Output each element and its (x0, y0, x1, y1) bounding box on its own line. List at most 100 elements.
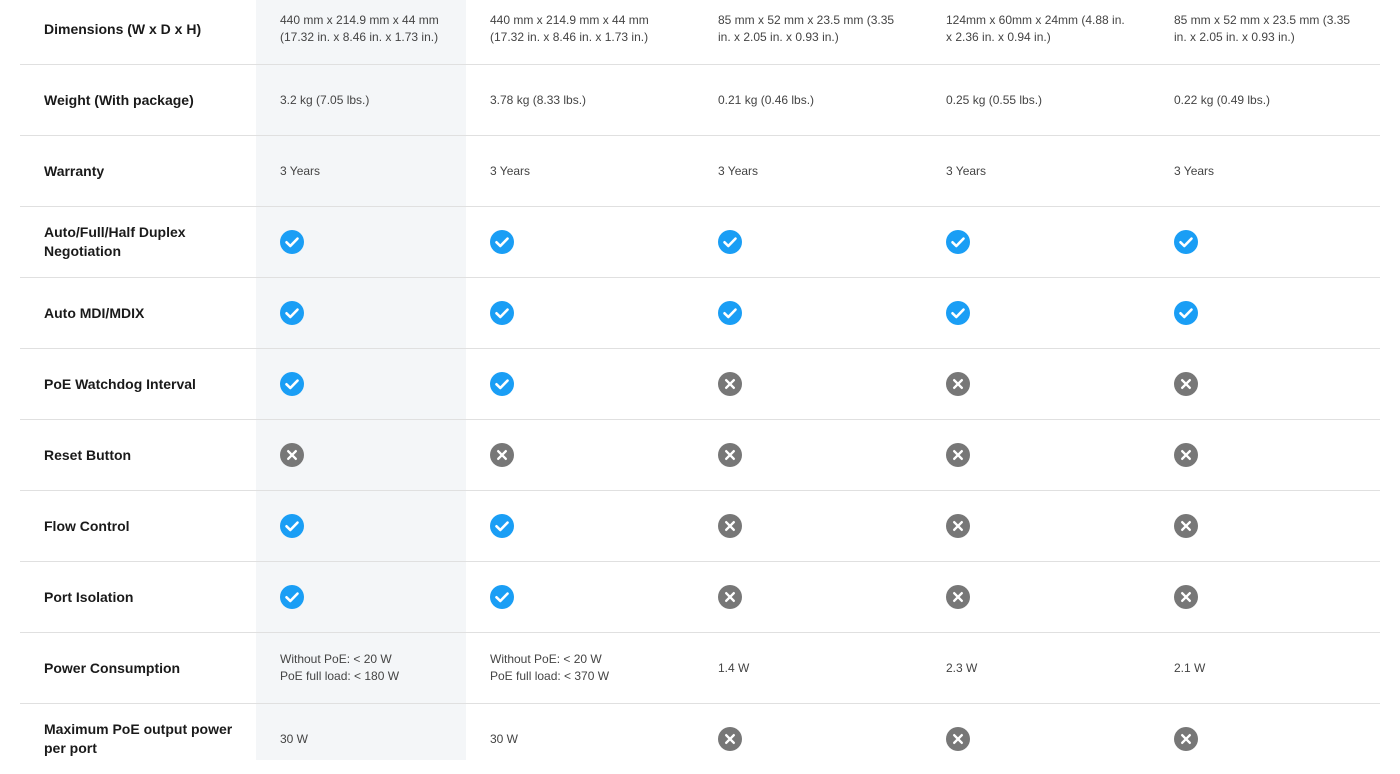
spec-value: PoE full load: < 180 W (280, 669, 400, 683)
spec-cell: 440 mm x 214.9 mm x 44 mm (17.32 in. x 8… (466, 12, 694, 46)
spec-cell (922, 372, 1150, 396)
check-circle-icon (1174, 230, 1198, 254)
spec-value: 0.25 kg (0.55 lbs.) (946, 92, 1043, 107)
row-label: Dimensions (W x D x H) (44, 20, 202, 37)
check-circle-icon (280, 514, 304, 538)
check-circle-icon (280, 585, 304, 609)
spec-cell: 85 mm x 52 mm x 23.5 mm (3.35 in. x 2.05… (1150, 12, 1380, 46)
spec-cell (466, 301, 694, 325)
check-circle-icon (946, 230, 970, 254)
cross-circle-icon (1174, 514, 1198, 538)
cross-circle-icon (1174, 443, 1198, 467)
check-circle-icon (490, 372, 514, 396)
spec-cell: 30 W (256, 731, 466, 748)
spec-value: 3 Years (946, 163, 987, 178)
spec-value: 3 Years (280, 163, 321, 178)
check-circle-icon (490, 585, 514, 609)
spec-cell (466, 443, 694, 467)
spec-value: 3 Years (490, 163, 531, 178)
spec-cell (922, 443, 1150, 467)
table-row: Maximum PoE output power per port 30 W 30 … (20, 704, 1380, 774)
spec-value: Without PoE: < 20 W (280, 652, 392, 666)
cross-circle-icon (280, 443, 304, 467)
cross-circle-icon (1174, 372, 1198, 396)
table-row: Dimensions (W x D x H) 440 mm x 214.9 mm … (20, 0, 1380, 65)
spec-cell (694, 727, 922, 751)
cross-circle-icon (946, 727, 970, 751)
spec-cell (1150, 443, 1380, 467)
spec-cell (694, 443, 922, 467)
spec-cell (1150, 301, 1380, 325)
spec-cell: 2.3 W (922, 660, 1150, 677)
check-circle-icon (280, 301, 304, 325)
spec-cell (256, 443, 466, 467)
check-circle-icon (946, 301, 970, 325)
spec-cell (256, 301, 466, 325)
spec-value: 2.3 W (946, 660, 978, 675)
row-label: Power Consumption (44, 659, 181, 676)
spec-cell (256, 230, 466, 254)
cross-circle-icon (718, 372, 742, 396)
spec-cell (256, 372, 466, 396)
spec-value: 1.4 W (718, 660, 750, 675)
spec-cell (922, 727, 1150, 751)
spec-comparison-table: Dimensions (W x D x H) 440 mm x 214.9 mm … (20, 0, 1380, 774)
spec-cell (922, 230, 1150, 254)
spec-cell (694, 585, 922, 609)
spec-cell (694, 372, 922, 396)
spec-value: 0.21 kg (0.46 lbs.) (718, 92, 815, 107)
row-label: Port Isolation (44, 588, 134, 605)
spec-cell: 3.2 kg (7.05 lbs.) (256, 92, 466, 109)
spec-cell: 85 mm x 52 mm x 23.5 mm (3.35 in. x 2.05… (694, 12, 922, 46)
spec-cell: Without PoE: < 20 W PoE full load: < 180 … (256, 651, 466, 685)
spec-value: 30 W (490, 731, 519, 746)
spec-value: 3 Years (718, 163, 759, 178)
table-row: PoE Watchdog Interval (20, 349, 1380, 420)
table-row: Auto/Full/Half Duplex Negotiation (20, 207, 1380, 278)
spec-value: 3.2 kg (7.05 lbs.) (280, 92, 370, 107)
spec-cell (694, 230, 922, 254)
spec-cell (256, 514, 466, 538)
spec-cell (922, 514, 1150, 538)
spec-cell: 3.78 kg (8.33 lbs.) (466, 92, 694, 109)
spec-cell (1150, 727, 1380, 751)
spec-cell: Without PoE: < 20 W PoE full load: < 370 … (466, 651, 694, 685)
check-circle-icon (280, 372, 304, 396)
cross-circle-icon (1174, 727, 1198, 751)
spec-value: 30 W (280, 731, 309, 746)
spec-cell: 0.25 kg (0.55 lbs.) (922, 92, 1150, 109)
spec-cell: 0.22 kg (0.49 lbs.) (1150, 92, 1380, 109)
spec-cell (466, 514, 694, 538)
table-row: Port Isolation (20, 562, 1380, 633)
cross-circle-icon (718, 514, 742, 538)
spec-cell (922, 301, 1150, 325)
check-circle-icon (490, 301, 514, 325)
spec-value: 85 mm x 52 mm x 23.5 mm (3.35 in. x 2.05… (1174, 13, 1351, 44)
spec-value: 3 Years (1174, 163, 1215, 178)
spec-cell (1150, 585, 1380, 609)
cross-circle-icon (490, 443, 514, 467)
check-circle-icon (490, 230, 514, 254)
spec-value: 0.22 kg (0.49 lbs.) (1174, 92, 1271, 107)
cross-circle-icon (718, 443, 742, 467)
table-row: Warranty 3 Years 3 Years 3 Years 3 Years 3 Ye… (20, 136, 1380, 207)
spec-cell: 440 mm x 214.9 mm x 44 mm (17.32 in. x 8… (256, 12, 466, 46)
spec-cell: 2.1 W (1150, 660, 1380, 677)
cross-circle-icon (1174, 585, 1198, 609)
spec-cell: 3 Years (256, 163, 466, 180)
spec-cell (922, 585, 1150, 609)
cross-circle-icon (946, 443, 970, 467)
row-label: Weight (With package) (44, 91, 194, 108)
row-label: Warranty (44, 162, 105, 179)
table-row: Weight (With package) 3.2 kg (7.05 lbs.) 3… (20, 65, 1380, 136)
table-row: Power Consumption Without PoE: < 20 W PoE … (20, 633, 1380, 704)
spec-cell: 1.4 W (694, 660, 922, 677)
table-row: Flow Control (20, 491, 1380, 562)
spec-cell (256, 585, 466, 609)
check-circle-icon (490, 514, 514, 538)
spec-cell: 124mm x 60mm x 24mm (4.88 in. x 2.36 in.… (922, 12, 1150, 46)
spec-cell: 3 Years (694, 163, 922, 180)
spec-value: 85 mm x 52 mm x 23.5 mm (3.35 in. x 2.05… (718, 13, 895, 44)
row-label: Auto MDI/MDIX (44, 304, 145, 321)
spec-cell (466, 585, 694, 609)
